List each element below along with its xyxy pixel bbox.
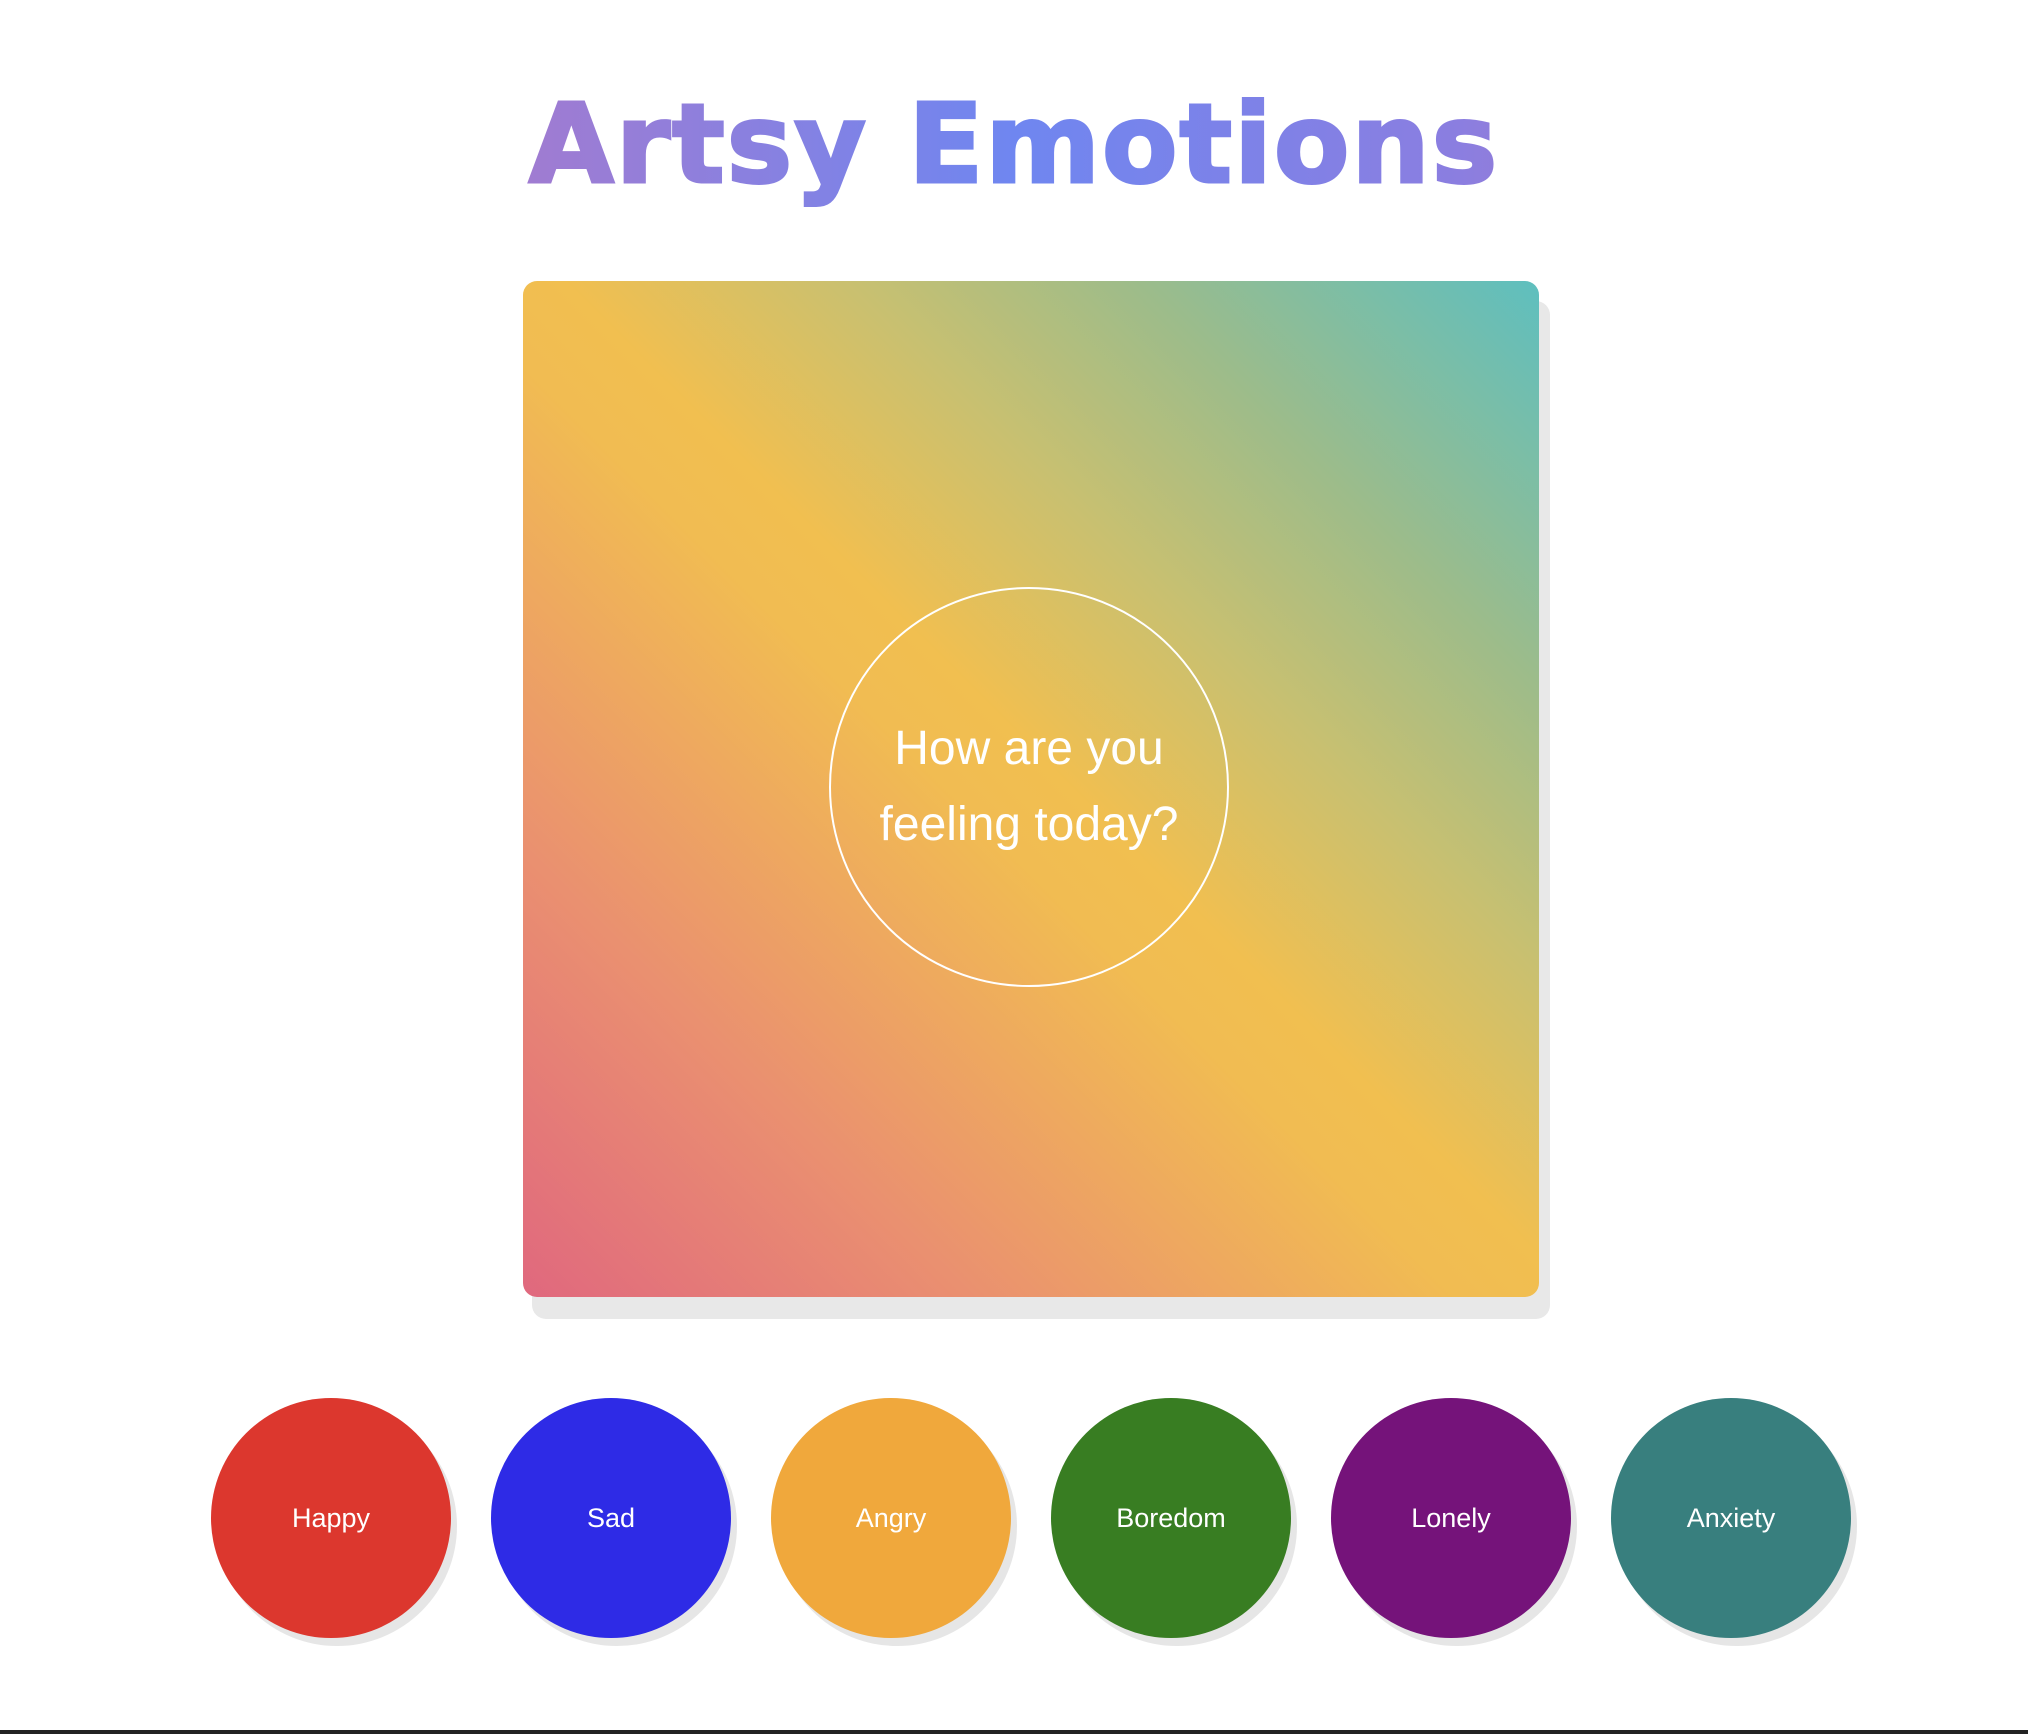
emotion-button-happy[interactable]: Happy	[211, 1398, 451, 1638]
bottom-divider	[0, 1730, 2028, 1734]
emotion-button-boredom[interactable]: Boredom	[1051, 1398, 1291, 1638]
emotion-button-sad[interactable]: Sad	[491, 1398, 731, 1638]
emotion-button-anxiety[interactable]: Anxiety	[1611, 1398, 1851, 1638]
emotion-canvas[interactable]: How are you feeling today?	[523, 281, 1539, 1297]
emotion-button-lonely[interactable]: Lonely	[1331, 1398, 1571, 1638]
page-title: Artsy Emotions	[0, 64, 2028, 224]
question-circle: How are you feeling today?	[829, 587, 1229, 987]
question-text: How are you feeling today?	[879, 722, 1179, 851]
emotion-button-angry[interactable]: Angry	[771, 1398, 1011, 1638]
